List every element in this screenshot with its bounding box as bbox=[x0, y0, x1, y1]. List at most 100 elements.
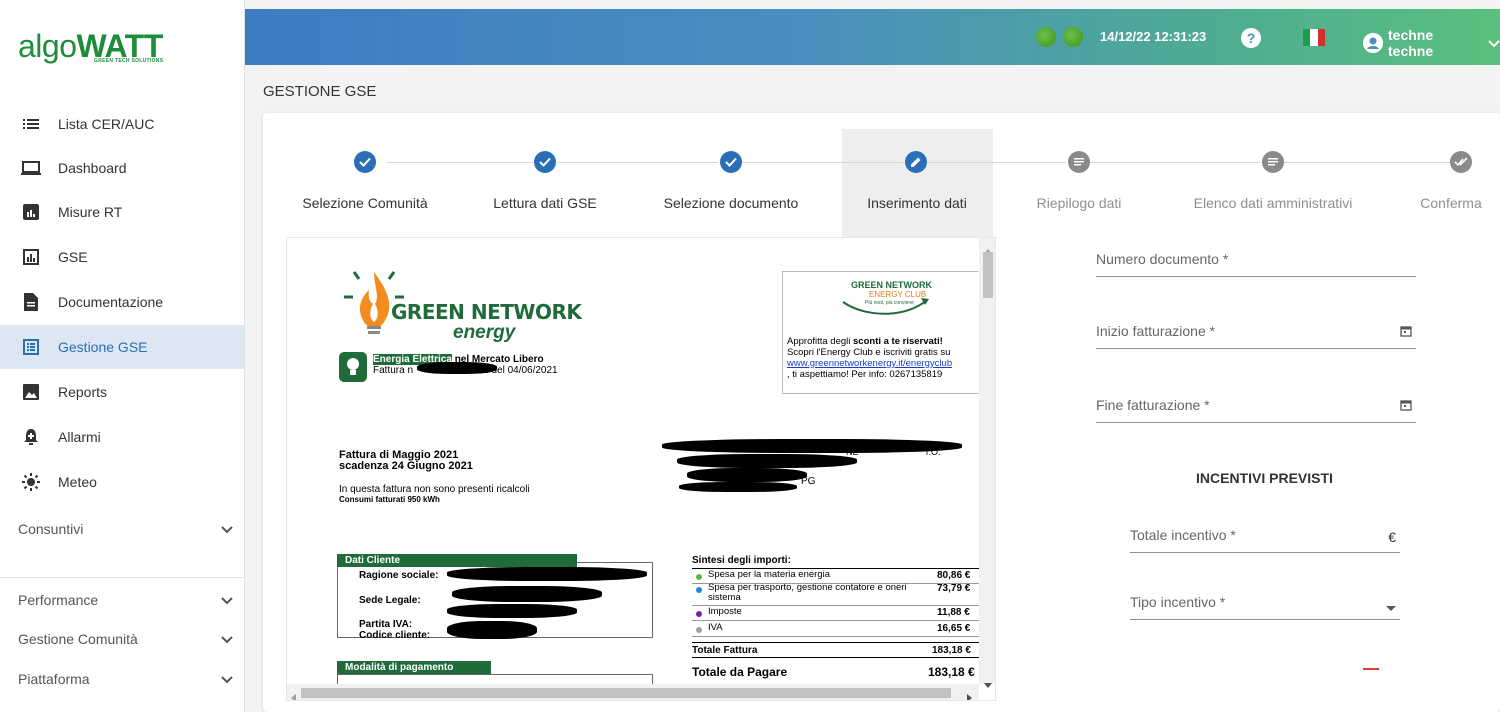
status-indicator-1 bbox=[1036, 27, 1056, 47]
step-label-riepilogo-dati[interactable]: Riepilogo dati bbox=[1037, 195, 1122, 211]
club-promo-link[interactable]: www.greennetworkenergy.it/energyclub bbox=[787, 358, 952, 369]
active-step-highlight bbox=[842, 129, 993, 237]
step-label-selezione-documento[interactable]: Selezione documento bbox=[664, 195, 799, 211]
summary-row-rule bbox=[692, 620, 987, 621]
sidebar-item-allarmi[interactable]: Allarmi bbox=[0, 415, 245, 459]
doc-recalc-note: In questa fattura non sono presenti rica… bbox=[339, 484, 530, 495]
step-connector bbox=[927, 162, 1066, 163]
calendar-icon[interactable] bbox=[1400, 325, 1412, 340]
doc-partial-text: PG bbox=[801, 476, 816, 487]
club-promo-line1: Approfitta degli sconti a te riservati! bbox=[787, 336, 943, 347]
step-2-check-icon[interactable] bbox=[534, 151, 556, 173]
redaction-mark bbox=[447, 567, 647, 581]
help-icon[interactable]: ? bbox=[1241, 28, 1261, 48]
summary-row-rule bbox=[692, 636, 987, 637]
scroll-down-arrow-icon[interactable] bbox=[984, 675, 992, 693]
summary-row-value: 73,79 € bbox=[937, 583, 971, 594]
redaction-mark bbox=[417, 362, 497, 374]
euro-suffix: € bbox=[1388, 529, 1396, 545]
sidebar-item-reports[interactable]: Reports bbox=[0, 370, 245, 414]
sidebar-item-gestione-gse[interactable]: Gestione GSE bbox=[0, 325, 245, 369]
sidebar-group-consuntivi[interactable]: Consuntivi bbox=[0, 509, 245, 549]
list-icon bbox=[20, 118, 42, 130]
sidebar: algoWATT GREEN TECH SOLUTIONS Lista CER/… bbox=[0, 0, 245, 712]
numero-documento-label: Numero documento * bbox=[1096, 251, 1229, 267]
club-promo-line4: , ti aspettiamo! Per info: 0267135819 bbox=[787, 369, 943, 380]
sidebar-group-label: Performance bbox=[18, 592, 99, 608]
sidebar-item-lista-cer[interactable]: Lista CER/AUC bbox=[0, 102, 245, 146]
sidebar-group-performance[interactable]: Performance bbox=[0, 580, 245, 620]
doc-invoice-number: Fattura n bbox=[373, 365, 414, 376]
summary-row-value: 11,88 € bbox=[937, 607, 970, 618]
horizontal-scroll-thumb[interactable] bbox=[301, 688, 951, 698]
step-label-inserimento-dati[interactable]: Inserimento dati bbox=[867, 195, 967, 211]
numero-documento-field[interactable]: Numero documento * bbox=[1096, 243, 1416, 277]
step-6-list-icon[interactable] bbox=[1262, 151, 1284, 173]
dropdown-arrow-icon[interactable] bbox=[1386, 600, 1396, 615]
club-title1: GREEN NETWORK bbox=[851, 280, 932, 290]
summary-row-label: Spesa per trasporto, gestione contatore … bbox=[708, 582, 907, 603]
scroll-right-arrow-icon[interactable] bbox=[967, 689, 972, 700]
vertical-scroll-thumb[interactable] bbox=[983, 252, 993, 298]
calendar-icon[interactable] bbox=[1400, 399, 1412, 414]
payment-box bbox=[337, 674, 653, 684]
italian-flag-icon[interactable] bbox=[1303, 29, 1325, 46]
doc-consumption: Consumi fatturati 950 kWh bbox=[339, 495, 440, 504]
step-7-double-check-icon[interactable] bbox=[1450, 151, 1472, 173]
sidebar-item-gse[interactable]: GSE bbox=[0, 235, 245, 279]
step-connector bbox=[1090, 162, 1260, 163]
status-indicator-2 bbox=[1063, 27, 1083, 47]
sidebar-group-piattaforma[interactable]: Piattaforma bbox=[0, 659, 245, 699]
step-label-lettura-dati[interactable]: Lettura dati GSE bbox=[493, 195, 597, 211]
chevron-down-icon bbox=[1488, 35, 1500, 51]
redaction-mark bbox=[687, 468, 807, 482]
tipo-incentivo-label: Tipo incentivo * bbox=[1130, 594, 1226, 610]
vertical-scrollbar[interactable] bbox=[979, 238, 995, 688]
sidebar-item-label: Lista CER/AUC bbox=[58, 116, 155, 132]
step-4-pencil-icon[interactable] bbox=[905, 151, 927, 173]
step-label-selezione-comunita[interactable]: Selezione Comunità bbox=[302, 195, 427, 211]
client-field-piva: Partita IVA: bbox=[359, 619, 413, 630]
doc-partial-text: r.O. bbox=[926, 447, 941, 457]
incentivi-section-title: INCENTIVI PREVISTI bbox=[1196, 470, 1333, 486]
sidebar-divider bbox=[0, 577, 245, 578]
page-title: GESTIONE GSE bbox=[263, 83, 377, 100]
client-field-ragione: Ragione sociale: bbox=[359, 570, 439, 581]
client-field-codice: Codice cliente: bbox=[359, 630, 431, 641]
image-icon bbox=[20, 384, 42, 400]
redaction-mark bbox=[447, 604, 577, 618]
sidebar-group-label: Piattaforma bbox=[18, 671, 90, 687]
tipo-incentivo-select[interactable]: Tipo incentivo * bbox=[1130, 586, 1400, 620]
summary-row-dot bbox=[696, 587, 702, 593]
sidebar-item-documentazione[interactable]: Documentazione bbox=[0, 280, 245, 324]
step-1-check-icon[interactable] bbox=[354, 151, 376, 173]
step-label-conferma[interactable]: Conferma bbox=[1420, 195, 1481, 211]
inizio-fatturazione-field[interactable]: Inizio fatturazione * bbox=[1096, 315, 1416, 349]
sidebar-group-gestione-comunita[interactable]: Gestione Comunità bbox=[0, 619, 245, 659]
step-label-elenco-dati[interactable]: Elenco dati amministrativi bbox=[1194, 195, 1353, 211]
total-pay-label: Totale da Pagare bbox=[692, 665, 788, 679]
step-5-list-icon[interactable] bbox=[1068, 151, 1090, 173]
redaction-mark bbox=[447, 621, 537, 639]
sidebar-item-label: Meteo bbox=[58, 474, 97, 490]
totale-incentivo-field[interactable]: Totale incentivo * € bbox=[1130, 519, 1400, 553]
summary-rule bbox=[692, 642, 987, 643]
horizontal-scrollbar[interactable] bbox=[287, 684, 979, 700]
client-field-sede: Sede Legale: bbox=[359, 595, 421, 606]
scroll-left-arrow-icon[interactable] bbox=[291, 689, 296, 700]
sidebar-item-meteo[interactable]: Meteo bbox=[0, 460, 245, 504]
summary-rule bbox=[692, 657, 987, 658]
sidebar-item-label: GSE bbox=[58, 249, 88, 265]
chevron-down-icon bbox=[221, 521, 233, 537]
step-3-check-icon[interactable] bbox=[720, 151, 742, 173]
sidebar-item-dashboard[interactable]: Dashboard bbox=[0, 146, 245, 190]
document-viewer[interactable]: GREEN NETWORK energy Energia Elettrica n… bbox=[286, 237, 996, 701]
remove-dash-icon[interactable] bbox=[1363, 668, 1379, 670]
user-menu[interactable]: techne techne bbox=[1363, 27, 1500, 59]
account-circle-icon bbox=[1363, 33, 1383, 53]
fine-fatturazione-field[interactable]: Fine fatturazione * bbox=[1096, 389, 1416, 423]
doc-partial-text: NE bbox=[846, 447, 859, 457]
summary-row-label: Spesa per la materia energia bbox=[708, 569, 830, 580]
summary-row-value: 80,86 € bbox=[937, 570, 971, 581]
sidebar-item-misure-rt[interactable]: Misure RT bbox=[0, 190, 245, 234]
